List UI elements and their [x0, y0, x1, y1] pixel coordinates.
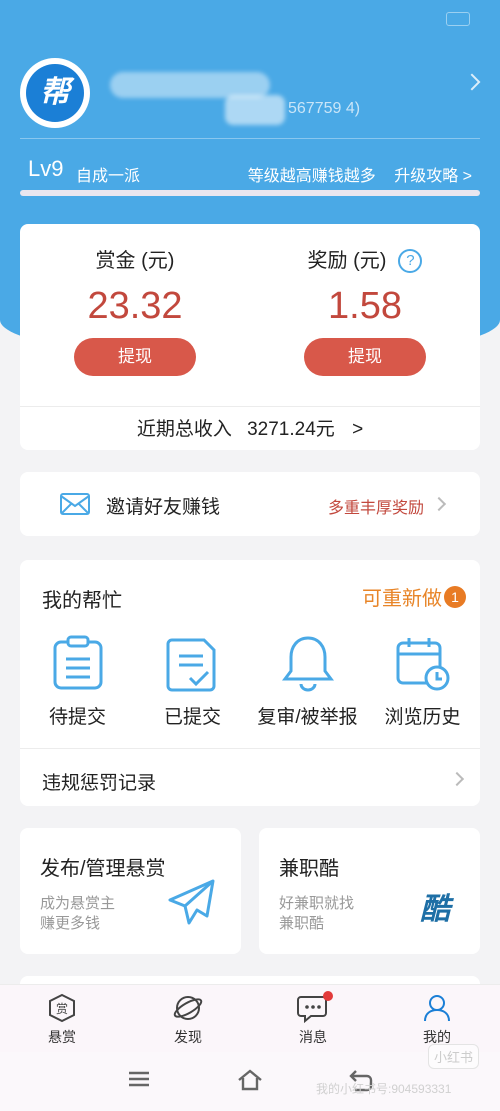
tab-label: 消息: [299, 1029, 327, 1045]
help-item-history[interactable]: 浏览历史: [365, 634, 480, 729]
job-title: 兼职酷: [279, 858, 339, 880]
paper-plane-icon: [168, 879, 215, 925]
level-tip: 等级越高赚钱越多: [247, 168, 376, 185]
user-id: 567759 4): [288, 100, 361, 117]
person-icon: [424, 995, 450, 1022]
publish-title: 发布/管理悬赏: [40, 858, 166, 880]
recent-income-row[interactable]: 近期总收入 3271.24元 >: [20, 414, 480, 441]
job-logo: 酷: [420, 892, 450, 927]
bounty-label: 赏金 (元): [95, 250, 175, 272]
publish-bounty-tile[interactable]: 发布/管理悬赏 成为悬赏主 赚更多钱: [20, 828, 241, 954]
wallet-card: 赏金 (元) 23.32 提现 奖励 (元)? 1.58 提现 近期总收入 32…: [20, 224, 480, 450]
invite-label: 邀请好友赚钱: [106, 497, 221, 518]
tab-discover[interactable]: 发现: [138, 993, 238, 1047]
redo-count-badge: 1: [444, 586, 466, 608]
publish-subtitle-line2: 赚更多钱: [40, 915, 101, 932]
avatar[interactable]: 帮: [20, 58, 90, 128]
help-item-submitted[interactable]: 已提交: [135, 634, 250, 729]
invite-promo: 多重丰厚奖励: [327, 500, 424, 517]
unread-dot: [323, 991, 333, 1001]
watermark-logo: 小红书: [428, 1044, 480, 1069]
battery-icon: [446, 12, 470, 26]
bell-icon: [281, 636, 334, 692]
tab-label: 悬赏: [48, 1029, 76, 1045]
watermark-id: 我的小红书号:904593331: [316, 1082, 452, 1096]
check-doc-icon: [166, 638, 215, 692]
bounty-icon: 赏: [49, 993, 75, 1023]
help-item-review[interactable]: 复审/被举报: [250, 634, 365, 729]
recent-income-value: 3271.24元: [247, 419, 335, 440]
my-help-card: 我的帮忙 可重新做 1 待提交 已提交 复审/被举报 浏览历史 违规惩罚记录: [20, 560, 480, 806]
my-help-title: 我的帮忙: [42, 590, 122, 612]
redo-label: 可重新做: [362, 588, 442, 610]
status-bar: [30, 10, 470, 32]
job-subtitle: 好兼职就找 兼职酷: [279, 894, 354, 934]
tab-label: 发现: [174, 1029, 202, 1045]
divider: [20, 138, 480, 139]
calendar-clock-icon: [396, 638, 449, 691]
help-item-label: 复审/被举报: [257, 707, 358, 728]
bounty-withdraw-button[interactable]: 提现: [74, 338, 196, 376]
level-badge: Lv9: [28, 156, 64, 181]
bottom-tab-bar: 赏 悬赏 发现 消息 我的: [0, 984, 500, 1052]
job-subtitle-line2: 兼职酷: [279, 915, 325, 932]
help-item-pending[interactable]: 待提交: [20, 634, 135, 729]
home-icon[interactable]: [236, 1068, 264, 1092]
recent-income-label: 近期总收入: [136, 419, 232, 440]
chevron-right-icon: >: [352, 419, 364, 440]
invite-friends-row[interactable]: 邀请好友赚钱 多重丰厚奖励: [20, 472, 480, 536]
reward-column: 奖励 (元)? 1.58 提现: [265, 244, 465, 376]
chevron-right-icon[interactable]: [463, 73, 481, 91]
clipboard-icon: [53, 635, 102, 690]
reward-label-row: 奖励 (元)?: [265, 244, 465, 273]
reward-withdraw-button[interactable]: 提现: [304, 338, 426, 376]
reward-label: 奖励 (元): [307, 250, 387, 272]
chevron-right-icon: [449, 771, 465, 787]
level-row: Lv9 自成一派 等级越高赚钱越多 升级攻略 >: [28, 156, 472, 186]
chevron-right-icon: [431, 496, 447, 512]
help-item-label: 已提交: [163, 707, 221, 728]
publish-subtitle: 成为悬赏主 赚更多钱: [40, 894, 115, 934]
bounty-value: 23.32: [87, 285, 183, 327]
tab-messages[interactable]: 消息: [263, 991, 363, 1047]
level-name: 自成一派: [76, 168, 141, 185]
reward-value: 1.58: [328, 285, 402, 327]
redo-link[interactable]: 可重新做 1: [362, 582, 466, 611]
help-item-label: 待提交: [48, 707, 106, 728]
tab-mine[interactable]: 我的: [387, 993, 487, 1047]
penalty-record-link[interactable]: 违规惩罚记录: [42, 768, 156, 795]
bounty-column: 赏金 (元) 23.32 提现: [35, 244, 235, 376]
help-item-label: 浏览历史: [384, 707, 461, 728]
help-question-icon[interactable]: ?: [398, 249, 423, 273]
envelope-icon: [60, 493, 90, 515]
divider: [20, 406, 480, 407]
planet-icon: [173, 996, 203, 1020]
menu-icon[interactable]: [126, 1068, 152, 1090]
blurred-scribble: [225, 95, 285, 125]
publish-subtitle-line1: 成为悬赏主: [40, 895, 116, 912]
level-guide-link[interactable]: 升级攻略 >: [394, 168, 472, 185]
level-progress-bar: [20, 190, 480, 196]
divider: [20, 748, 480, 749]
svg-text:赏: 赏: [56, 1002, 68, 1016]
job-subtitle-line1: 好兼职就找: [279, 895, 355, 912]
tab-bounty[interactable]: 赏 悬赏: [12, 993, 112, 1047]
part-time-job-tile[interactable]: 兼职酷 好兼职就找 兼职酷 酷: [259, 828, 480, 954]
avatar-logo: 帮: [26, 64, 84, 122]
